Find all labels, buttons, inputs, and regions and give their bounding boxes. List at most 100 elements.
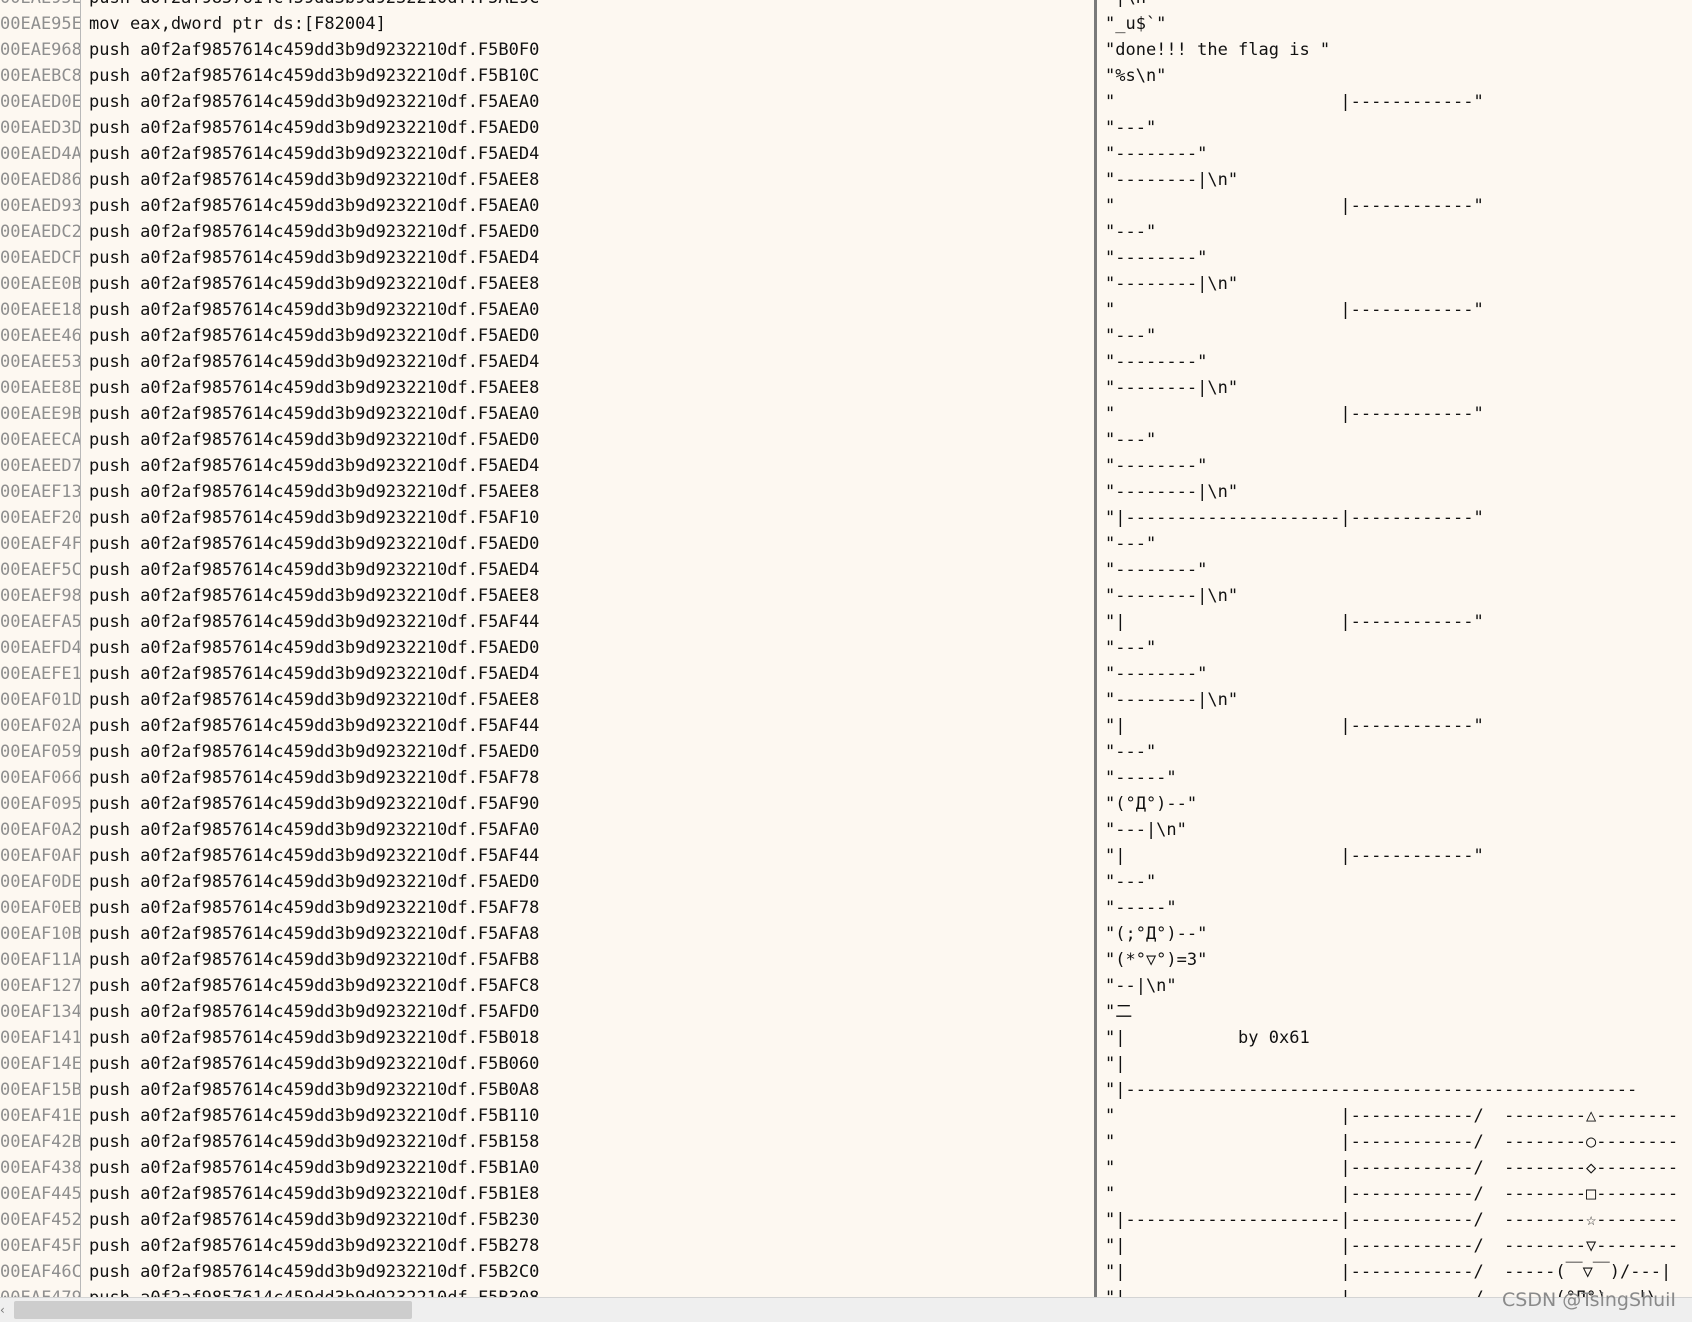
comment-cell[interactable]: " |------------/ --------○-------- [1097, 1129, 1692, 1155]
instruction-row[interactable]: push a0f2af9857614c459dd3b9d9232210df.F5… [81, 401, 1093, 427]
address-cell[interactable]: 00EAEF4F [0, 531, 80, 557]
address-cell[interactable]: 00EAF127 [0, 973, 80, 999]
instruction-row[interactable]: push a0f2af9857614c459dd3b9d9232210df.F5… [81, 141, 1093, 167]
address-cell[interactable]: 00EAF46C [0, 1259, 80, 1285]
instruction-row[interactable]: push a0f2af9857614c459dd3b9d9232210df.F5… [81, 583, 1093, 609]
instruction-row[interactable]: push a0f2af9857614c459dd3b9d9232210df.F5… [81, 89, 1093, 115]
comment-cell[interactable]: "--------" [1097, 141, 1692, 167]
address-cell[interactable]: 00EAE968 [0, 37, 80, 63]
instruction-row[interactable]: push a0f2af9857614c459dd3b9d9232210df.F5… [81, 531, 1093, 557]
comment-cell[interactable]: "--------|\n" [1097, 583, 1692, 609]
comment-cell[interactable]: "---" [1097, 115, 1692, 141]
comment-cell[interactable]: "---" [1097, 323, 1692, 349]
comment-cell[interactable]: "| |------------/ -----(￣▽￣)/---| [1097, 1259, 1692, 1285]
instruction-row[interactable]: push a0f2af9857614c459dd3b9d9232210df.F5… [81, 271, 1093, 297]
comment-cell[interactable]: "| |------------" [1097, 713, 1692, 739]
comment-cell[interactable]: "---" [1097, 869, 1692, 895]
address-cell[interactable]: 00EAF438 [0, 1155, 80, 1181]
comment-cell[interactable]: " |------------/ --------□-------- [1097, 1181, 1692, 1207]
scrollbar-thumb[interactable] [14, 1301, 412, 1319]
address-cell[interactable]: 00EAED93 [0, 193, 80, 219]
address-cell[interactable]: 00EAEDCF [0, 245, 80, 271]
instruction-row[interactable]: push a0f2af9857614c459dd3b9d9232210df.F5… [81, 375, 1093, 401]
scroll-left-arrow-icon[interactable]: ‹ [0, 1301, 8, 1319]
instruction-row[interactable]: push a0f2af9857614c459dd3b9d9232210df.F5… [81, 297, 1093, 323]
address-cell[interactable]: 00EAEE9B [0, 401, 80, 427]
comment-cell[interactable]: "--------" [1097, 245, 1692, 271]
address-cell[interactable]: 00EAF45F [0, 1233, 80, 1259]
instruction-row[interactable]: push a0f2af9857614c459dd3b9d9232210df.F5… [81, 661, 1093, 687]
instruction-row[interactable]: push a0f2af9857614c459dd3b9d9232210df.F5… [81, 947, 1093, 973]
instruction-row[interactable]: push a0f2af9857614c459dd3b9d9232210df.F5… [81, 687, 1093, 713]
instruction-row[interactable]: push a0f2af9857614c459dd3b9d9232210df.F5… [81, 1285, 1093, 1297]
comment-cell[interactable]: " |------------" [1097, 401, 1692, 427]
comment-cell[interactable]: "--------|\n" [1097, 167, 1692, 193]
address-cell[interactable]: 00EAE95E [0, 11, 80, 37]
comment-cell[interactable]: " |------------/ --------◇-------- [1097, 1155, 1692, 1181]
comment-cell[interactable]: "--|\n" [1097, 973, 1692, 999]
comment-cell[interactable]: "| |------------" [1097, 843, 1692, 869]
address-cell[interactable]: 00EAEED7 [0, 453, 80, 479]
disassembly-column[interactable]: push a0f2af9857614c459dd3b9d9232210df.F5… [81, 0, 1093, 1297]
instruction-row[interactable]: push a0f2af9857614c459dd3b9d9232210df.F5… [81, 973, 1093, 999]
address-cell[interactable]: 00EAEF98 [0, 583, 80, 609]
instruction-row[interactable]: push a0f2af9857614c459dd3b9d9232210df.F5… [81, 999, 1093, 1025]
instruction-row[interactable]: push a0f2af9857614c459dd3b9d9232210df.F5… [81, 219, 1093, 245]
address-cell[interactable]: 00EAF479 [0, 1285, 80, 1297]
comment-cell[interactable]: "-----" [1097, 895, 1692, 921]
comment-cell[interactable]: "二 [1097, 999, 1692, 1025]
instruction-row[interactable]: push a0f2af9857614c459dd3b9d9232210df.F5… [81, 193, 1093, 219]
instruction-row[interactable]: push a0f2af9857614c459dd3b9d9232210df.F5… [81, 1155, 1093, 1181]
address-cell[interactable]: 00EAF41E [0, 1103, 80, 1129]
address-cell[interactable]: 00EAF059 [0, 739, 80, 765]
address-cell[interactable]: 00EAF02A [0, 713, 80, 739]
address-cell[interactable]: 00EAED4A [0, 141, 80, 167]
address-cell[interactable]: 00EAEE18 [0, 297, 80, 323]
address-cell[interactable]: 00EAF0AF [0, 843, 80, 869]
address-cell[interactable]: 00EAF141 [0, 1025, 80, 1051]
instruction-row[interactable]: push a0f2af9857614c459dd3b9d9232210df.F5… [81, 635, 1093, 661]
address-cell[interactable]: 00EAEFA5 [0, 609, 80, 635]
comment-cell[interactable]: "---" [1097, 219, 1692, 245]
instruction-row[interactable]: push a0f2af9857614c459dd3b9d9232210df.F5… [81, 1051, 1093, 1077]
comment-cell[interactable]: "-----" [1097, 765, 1692, 791]
instruction-row[interactable]: push a0f2af9857614c459dd3b9d9232210df.F5… [81, 921, 1093, 947]
instruction-row[interactable]: push a0f2af9857614c459dd3b9d9232210df.F5… [81, 609, 1093, 635]
instruction-row[interactable]: push a0f2af9857614c459dd3b9d9232210df.F5… [81, 765, 1093, 791]
comment-cell[interactable]: "--------|\n" [1097, 375, 1692, 401]
instruction-row[interactable]: push a0f2af9857614c459dd3b9d9232210df.F5… [81, 817, 1093, 843]
address-cell[interactable]: 00EAEFE1 [0, 661, 80, 687]
comment-cell[interactable]: "|---------------------|------------/ --… [1097, 1207, 1692, 1233]
address-cell[interactable]: 00EAEF13 [0, 479, 80, 505]
instruction-row[interactable]: push a0f2af9857614c459dd3b9d9232210df.F5… [81, 245, 1093, 271]
comment-cell[interactable]: "---" [1097, 531, 1692, 557]
comment-cell[interactable]: "| |------------/ --------▽-------- [1097, 1233, 1692, 1259]
comment-cell[interactable]: "---" [1097, 635, 1692, 661]
comment-cell[interactable]: " |------------" [1097, 89, 1692, 115]
instruction-row[interactable]: push a0f2af9857614c459dd3b9d9232210df.F5… [81, 557, 1093, 583]
comment-cell[interactable]: "%s\n" [1097, 63, 1692, 89]
address-cell[interactable]: 00EAEE0B [0, 271, 80, 297]
comment-cell[interactable]: "--------" [1097, 453, 1692, 479]
address-cell[interactable]: 00EAF11A [0, 947, 80, 973]
instruction-row[interactable]: push a0f2af9857614c459dd3b9d9232210df.F5… [81, 1025, 1093, 1051]
comment-cell[interactable]: "--------" [1097, 661, 1692, 687]
instruction-row[interactable]: push a0f2af9857614c459dd3b9d9232210df.F5… [81, 453, 1093, 479]
instruction-row[interactable]: push a0f2af9857614c459dd3b9d9232210df.F5… [81, 167, 1093, 193]
horizontal-scrollbar[interactable]: ‹ [0, 1297, 1692, 1322]
instruction-row[interactable]: push a0f2af9857614c459dd3b9d9232210df.F5… [81, 1129, 1093, 1155]
comment-cell[interactable]: " |------------" [1097, 193, 1692, 219]
address-cell[interactable]: 00EAEBC8 [0, 63, 80, 89]
comment-cell[interactable]: " |------------/ --------△-------- [1097, 1103, 1692, 1129]
address-cell[interactable]: 00EAF15B [0, 1077, 80, 1103]
comment-cell[interactable]: "--------|\n" [1097, 687, 1692, 713]
instruction-row[interactable]: push a0f2af9857614c459dd3b9d9232210df.F5… [81, 63, 1093, 89]
instruction-row[interactable]: push a0f2af9857614c459dd3b9d9232210df.F5… [81, 713, 1093, 739]
instruction-row[interactable]: push a0f2af9857614c459dd3b9d9232210df.F5… [81, 479, 1093, 505]
instruction-row[interactable]: push a0f2af9857614c459dd3b9d9232210df.F5… [81, 427, 1093, 453]
instruction-row[interactable]: push a0f2af9857614c459dd3b9d9232210df.F5… [81, 349, 1093, 375]
address-cell[interactable]: 00EAEE53 [0, 349, 80, 375]
instruction-row[interactable]: push a0f2af9857614c459dd3b9d9232210df.F5… [81, 1233, 1093, 1259]
address-cell[interactable]: 00EAF10B [0, 921, 80, 947]
instruction-row[interactable]: push a0f2af9857614c459dd3b9d9232210df.F5… [81, 869, 1093, 895]
